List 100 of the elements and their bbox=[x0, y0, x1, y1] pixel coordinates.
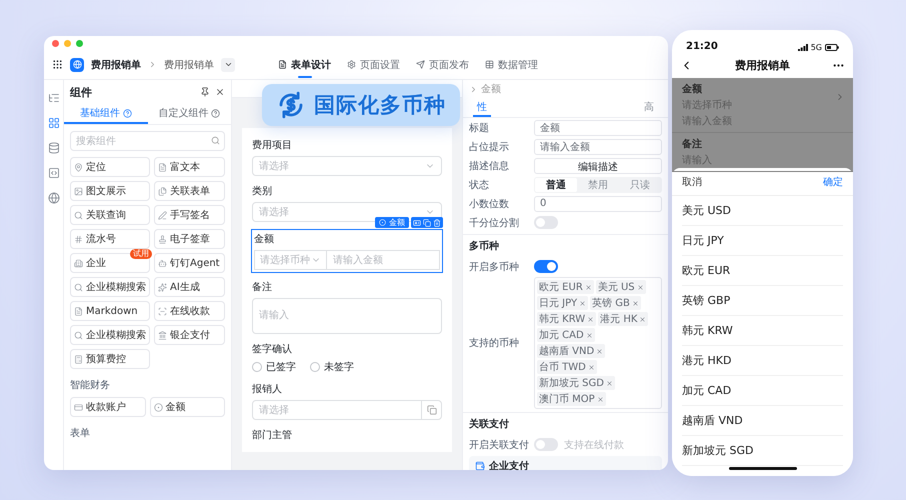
scan-icon bbox=[158, 306, 167, 316]
toggle-switch[interactable] bbox=[534, 260, 558, 273]
table-icon bbox=[485, 60, 494, 69]
field-label: 签字确认 bbox=[252, 342, 293, 356]
radio-circle-icon[interactable] bbox=[310, 362, 320, 372]
screen-title: 费用报销单 bbox=[735, 58, 790, 72]
tag-text: 港元 HK bbox=[600, 312, 638, 326]
close-icon bbox=[596, 348, 604, 354]
top-tab[interactable]: 数据管理 bbox=[485, 50, 538, 79]
close-icon bbox=[587, 316, 594, 322]
radio-option[interactable]: 已签字 bbox=[252, 360, 296, 374]
component-item[interactable]: 收款账户 bbox=[70, 397, 146, 417]
trial-badge: 试用 bbox=[130, 249, 152, 259]
component-item[interactable]: 关联查询 bbox=[70, 205, 150, 225]
panel-title: 组件 bbox=[70, 84, 92, 100]
component-item[interactable]: 手写签名 bbox=[154, 205, 225, 225]
property-tab[interactable]: 性 bbox=[473, 98, 491, 117]
currency-option[interactable]: 日元 JPY bbox=[682, 226, 843, 256]
property-label: 占位提示 bbox=[469, 140, 510, 154]
close-icon bbox=[588, 364, 595, 370]
form-field[interactable]: 费用项目 请选择 bbox=[252, 138, 442, 176]
radio-option[interactable]: 未签字 bbox=[310, 360, 354, 374]
component-item[interactable]: 企业模糊搜索 bbox=[70, 277, 150, 297]
cancel-button[interactable]: 取消 bbox=[682, 174, 702, 188]
top-tab[interactable]: 表单设计 bbox=[278, 50, 331, 79]
component-item[interactable]: 银企支付 bbox=[154, 325, 225, 345]
tag-select-field[interactable]: 欧元 EUR 美元 US 日元 JPY 英镑 GB 韩元 KRW 港元 HK 加元 CAD 越南盾 VND 台币 TWD 新加坡元 SGD 澳门币 MOP bbox=[534, 277, 662, 409]
currency-option[interactable]: 欧元 EUR bbox=[682, 256, 843, 286]
component-item[interactable]: 金额 bbox=[150, 397, 225, 417]
globe-icon[interactable] bbox=[48, 192, 60, 204]
search-icon bbox=[74, 282, 83, 292]
caret-icon bbox=[224, 60, 232, 69]
field-label: 费用项目 bbox=[252, 138, 293, 152]
component-item[interactable]: 预算费控 bbox=[70, 349, 150, 369]
grid-icon[interactable] bbox=[48, 117, 60, 129]
toggle-switch[interactable] bbox=[534, 216, 558, 229]
app-logo-icon bbox=[70, 58, 84, 72]
top-tab[interactable]: 页面设置 bbox=[347, 50, 400, 79]
component-item[interactable]: 关联表单 bbox=[154, 181, 225, 201]
building-icon bbox=[74, 258, 83, 268]
currency-option[interactable]: 港元 HKD bbox=[682, 346, 843, 376]
currency-option[interactable]: 美元 USD bbox=[682, 196, 843, 226]
currency-option[interactable]: 加元 CAD bbox=[682, 376, 843, 406]
component-item[interactable]: 企业模糊搜索 bbox=[70, 325, 150, 345]
chevron-right-icon bbox=[148, 60, 157, 69]
currency-option[interactable]: 越南盾 VND bbox=[682, 406, 843, 436]
panel-tab[interactable]: 自定义组件 bbox=[148, 104, 231, 124]
currency-option[interactable]: 英镑 GBP bbox=[682, 286, 843, 316]
field-label: 备注 bbox=[252, 280, 273, 294]
confirm-button[interactable]: 确定 bbox=[823, 174, 843, 188]
documents-icon bbox=[158, 186, 167, 196]
component-item[interactable]: 图文展示 bbox=[70, 181, 150, 201]
document-icon bbox=[158, 162, 167, 172]
input-field[interactable]: 0 bbox=[534, 196, 662, 212]
tag-text: 英镑 GB bbox=[592, 296, 630, 310]
input-field[interactable]: 金额 bbox=[534, 120, 662, 136]
input-field[interactable]: 请输入金额 bbox=[534, 138, 662, 154]
apps-grid-icon bbox=[52, 59, 63, 70]
component-item[interactable]: 流水号 bbox=[70, 229, 150, 249]
property-label: 开启多币种 bbox=[469, 260, 520, 274]
segment-option[interactable]: 普通 bbox=[535, 178, 577, 192]
form-field[interactable]: 备注 请输入 bbox=[252, 280, 442, 334]
help-icon bbox=[122, 108, 132, 118]
component-item[interactable]: 钉钉Agent bbox=[154, 253, 225, 273]
component-item[interactable]: 在线收款 bbox=[154, 301, 225, 321]
property-label: 描述信息 bbox=[469, 160, 510, 172]
close-icon bbox=[579, 300, 586, 306]
radio-circle-icon[interactable] bbox=[252, 362, 262, 372]
close-icon bbox=[584, 284, 592, 290]
document-icon bbox=[74, 306, 83, 316]
code-box-icon[interactable] bbox=[48, 167, 60, 179]
currency-option[interactable]: 新加坡元 SGD bbox=[682, 436, 843, 466]
top-tab[interactable]: 页面发布 bbox=[416, 50, 469, 79]
field-type-tag[interactable]: 金额 bbox=[375, 217, 409, 228]
component-item[interactable]: AI生成 bbox=[154, 277, 225, 297]
paper-plane-icon bbox=[416, 60, 425, 69]
property-label: 支持的币种 bbox=[469, 336, 520, 350]
form-field[interactable]: 签字确认 已签字 未签字 bbox=[252, 342, 442, 374]
trash-icon bbox=[433, 218, 441, 226]
dropdown-button[interactable] bbox=[221, 58, 235, 72]
component-item[interactable]: 定位 bbox=[70, 157, 150, 177]
document-icon bbox=[278, 60, 287, 69]
section-heading: 多币种 bbox=[463, 234, 668, 257]
edit-description-button[interactable]: 编辑描述 bbox=[534, 158, 662, 174]
hash-icon bbox=[74, 234, 83, 244]
database-icon[interactable] bbox=[48, 142, 60, 154]
search-field[interactable]: 搜索组件 bbox=[70, 131, 225, 151]
component-item[interactable]: 富文本 bbox=[154, 157, 225, 177]
form-field[interactable]: 报销人 请选择 bbox=[252, 382, 442, 420]
close-icon bbox=[215, 87, 225, 97]
outline-icon[interactable] bbox=[48, 92, 60, 104]
close-icon bbox=[596, 396, 604, 402]
panel-tab[interactable]: 基础组件 bbox=[64, 104, 148, 124]
home-indicator bbox=[728, 467, 796, 470]
toggle-switch[interactable] bbox=[534, 438, 558, 451]
pen-icon bbox=[158, 210, 167, 220]
component-item[interactable]: Markdown bbox=[70, 301, 150, 321]
component-item[interactable]: 电子签章 bbox=[154, 229, 225, 249]
robot-icon bbox=[158, 258, 167, 268]
currency-option[interactable]: 韩元 KRW bbox=[682, 316, 843, 346]
